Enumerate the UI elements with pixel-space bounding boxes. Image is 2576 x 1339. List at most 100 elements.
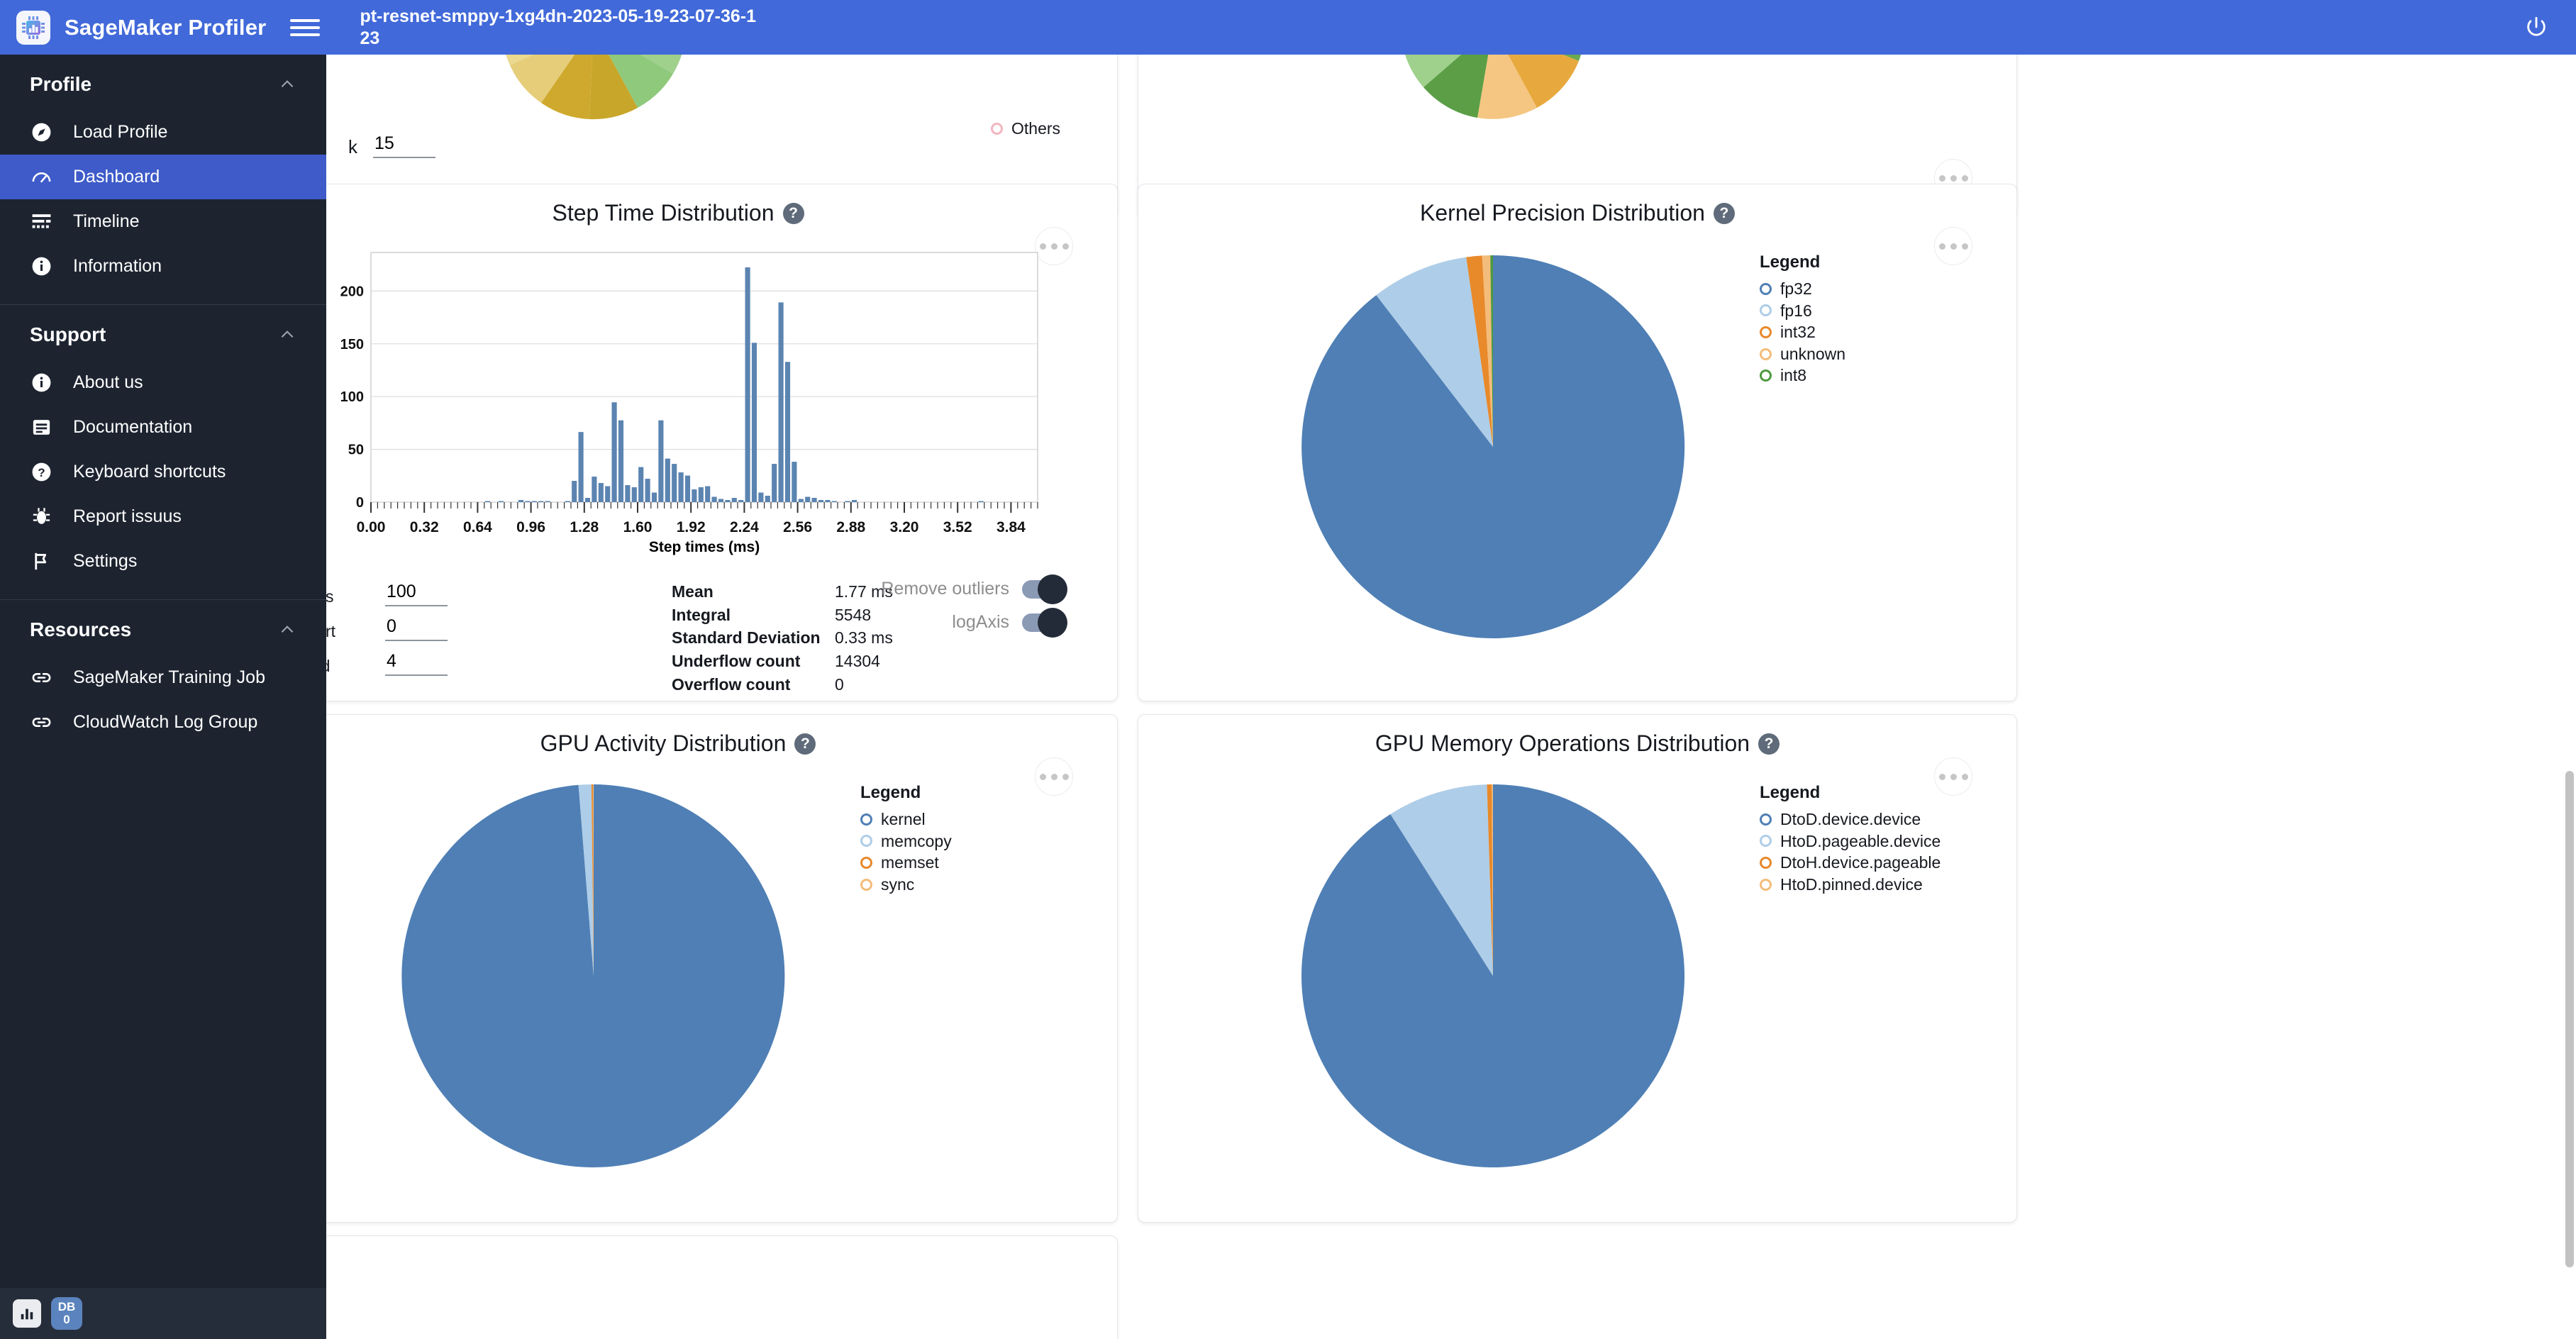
sidebar-item-dashboard[interactable]: Dashboard <box>0 155 326 199</box>
legend-item[interactable]: unknown <box>1760 343 1845 365</box>
card-menu-button[interactable] <box>1934 227 1972 265</box>
stat-key: Integral <box>672 605 731 624</box>
legend-item[interactable]: int8 <box>1760 365 1845 387</box>
sidebar-item-keyboard-shortcuts[interactable]: ? Keyboard shortcuts <box>0 450 326 494</box>
vertical-scrollbar[interactable] <box>2565 771 2574 1267</box>
legend-item-others[interactable]: Others <box>991 119 1060 138</box>
sidebar: Profile Load Profile Dashboard Timeline <box>0 55 326 1339</box>
sidebar-item-label: Keyboard shortcuts <box>73 462 226 482</box>
legend-color-dot <box>1760 856 1772 869</box>
legend-item[interactable]: memset <box>860 852 952 874</box>
chevron-up-icon[interactable] <box>278 621 296 639</box>
svg-text:1.60: 1.60 <box>623 519 653 535</box>
sidebar-item-about-us[interactable]: About us <box>0 360 326 405</box>
sidebar-item-load-profile[interactable]: Load Profile <box>0 110 326 155</box>
sidebar-item-settings[interactable]: Settings <box>0 539 326 584</box>
svg-text:?: ? <box>38 466 45 479</box>
svg-text:0.32: 0.32 <box>410 519 439 535</box>
sidebar-item-sagemaker-training-job[interactable]: SageMaker Training Job <box>0 655 326 700</box>
sidebar-item-label: Dashboard <box>73 167 160 187</box>
legend-item[interactable]: int32 <box>1760 321 1845 343</box>
sidebar-item-cloudwatch-log-group[interactable]: CloudWatch Log Group <box>0 700 326 745</box>
power-icon[interactable] <box>2518 9 2555 45</box>
svg-text:3.20: 3.20 <box>890 519 919 535</box>
svg-text:100: 100 <box>340 389 364 405</box>
app-logo <box>16 10 50 45</box>
step-time-histogram[interactable]: 0 50 100 150 200 0.00 0.32 0.64 0.96 1.28 1.6… <box>326 238 1052 557</box>
sidebar-item-timeline[interactable]: Timeline <box>0 199 326 244</box>
sidebar-section-support[interactable]: Support <box>0 305 326 360</box>
svg-text:3.52: 3.52 <box>943 519 972 535</box>
legend: Legend kernel memcopy memset sync <box>860 783 952 895</box>
legend-item[interactable]: sync <box>860 874 952 896</box>
legend-item[interactable]: memcopy <box>860 830 952 852</box>
control-label: nBins <box>326 587 334 606</box>
kernel-precision-pie-chart[interactable] <box>1273 241 1713 652</box>
toggle-switch[interactable] <box>1022 574 1067 604</box>
k-label: k <box>348 136 357 157</box>
legend-label: HtoD.pageable.device <box>1780 831 1941 850</box>
sidebar-section-title: Resources <box>30 618 132 640</box>
xend-input[interactable] <box>385 651 448 676</box>
sidebar-section-resources[interactable]: Resources <box>0 600 326 655</box>
k-input[interactable] <box>373 133 435 158</box>
card-gpu-memory-operations-distribution: GPU Memory Operations Distribution ? Leg… <box>1138 714 2017 1223</box>
card-bottom-partial <box>326 1235 1118 1339</box>
sidebar-item-report-issues[interactable]: Report issuus <box>0 494 326 539</box>
legend-item[interactable]: DtoH.device.pageable <box>1760 852 1941 874</box>
gpu-activity-pie-chart[interactable] <box>374 777 814 1174</box>
legend-label: DtoD.device.device <box>1780 810 1921 828</box>
legend-color-dot <box>860 856 872 869</box>
db-badge-label: DB <box>57 1300 76 1314</box>
sidebar-item-label: Load Profile <box>73 122 168 142</box>
app-title: SageMaker Profiler <box>65 14 267 40</box>
legend-color-dot <box>860 835 872 848</box>
histogram-toggles: Remove outliers logAxis <box>836 574 1067 645</box>
hamburger-icon[interactable] <box>290 16 321 39</box>
chevron-up-icon[interactable] <box>278 75 296 94</box>
gauge-icon <box>30 165 53 189</box>
stat-key: Mean <box>672 582 714 601</box>
help-icon[interactable]: ? <box>782 202 804 224</box>
legend-color-dot <box>1760 370 1772 382</box>
toggle-label: Remove outliers <box>881 579 1009 599</box>
legend-label: int8 <box>1780 366 1807 385</box>
legend-color-dot <box>991 123 1003 135</box>
legend-item[interactable]: fp16 <box>1760 300 1845 322</box>
sidebar-section-profile[interactable]: Profile <box>0 55 326 110</box>
flag-icon <box>30 550 53 573</box>
legend-label: HtoD.pinned.device <box>1780 874 1923 894</box>
toggle-remove-outliers[interactable]: Remove outliers <box>836 574 1067 604</box>
legend-color-dot <box>1760 878 1772 891</box>
help-icon[interactable]: ? <box>794 733 816 755</box>
bar-chart-icon[interactable] <box>13 1299 41 1328</box>
legend-title: Legend <box>1760 783 1821 802</box>
db-badge-count: 0 <box>63 1313 70 1326</box>
sidebar-item-information[interactable]: Information <box>0 244 326 289</box>
legend-item[interactable]: DtoD.device.device <box>1760 809 1941 830</box>
svg-text:200: 200 <box>340 284 364 299</box>
sidebar-item-label: Information <box>73 256 162 276</box>
card-title-text: Kernel Precision Distribution <box>1420 200 1705 226</box>
card-step-time-distribution: Step Time Distribution ? 0 50 100 150 20… <box>326 184 1118 701</box>
sidebar-item-label: About us <box>73 372 143 392</box>
toggle-log-axis[interactable]: logAxis <box>836 607 1067 638</box>
control-label: xEnd <box>326 657 370 676</box>
legend-item[interactable]: HtoD.pageable.device <box>1760 830 1941 852</box>
stat-key: Underflow count <box>672 651 801 670</box>
legend-label: fp32 <box>1780 279 1812 298</box>
legend-item[interactable]: HtoD.pinned.device <box>1760 874 1941 896</box>
legend-item[interactable]: kernel <box>860 809 952 830</box>
card-title-text: GPU Memory Operations Distribution <box>1375 730 1750 756</box>
gpu-memory-pie-chart[interactable] <box>1273 777 1713 1174</box>
sidebar-item-documentation[interactable]: Documentation <box>0 405 326 450</box>
help-icon[interactable]: ? <box>1713 202 1735 224</box>
xstart-input[interactable] <box>385 616 448 641</box>
card-menu-button[interactable] <box>1035 757 1073 796</box>
chevron-up-icon[interactable] <box>278 326 296 344</box>
help-icon[interactable]: ? <box>1758 733 1780 755</box>
db-status-badge[interactable]: DB 0 <box>51 1297 82 1330</box>
legend-item[interactable]: fp32 <box>1760 278 1845 300</box>
toggle-switch[interactable] <box>1022 607 1067 638</box>
nbins-input[interactable] <box>385 582 448 606</box>
